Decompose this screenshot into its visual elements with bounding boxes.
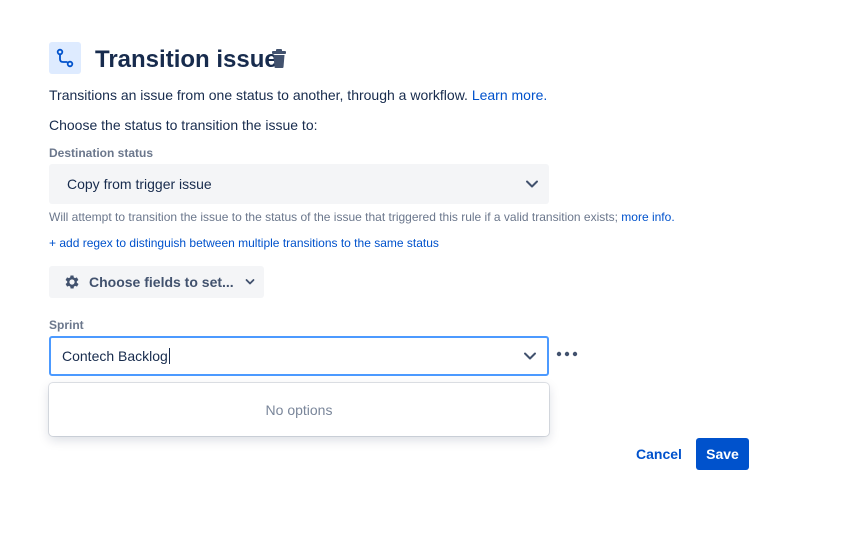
choose-fields-button[interactable]: Choose fields to set... bbox=[49, 266, 264, 298]
chevron-down-icon bbox=[245, 279, 255, 285]
destination-status-label: Destination status bbox=[49, 146, 154, 160]
sprint-label: Sprint bbox=[49, 318, 84, 332]
destination-helper-text: Will attempt to transition the issue to … bbox=[49, 210, 618, 224]
description-text: Transitions an issue from one status to … bbox=[49, 87, 468, 103]
save-button[interactable]: Save bbox=[696, 438, 749, 470]
instruction-text: Choose the status to transition the issu… bbox=[49, 117, 318, 133]
no-options-message: No options bbox=[265, 401, 333, 418]
sprint-options-menu: No options bbox=[49, 383, 549, 436]
sprint-select-input[interactable]: Contech Backlog bbox=[49, 336, 549, 376]
description: Transitions an issue from one status to … bbox=[49, 87, 547, 103]
learn-more-link[interactable]: Learn more. bbox=[472, 87, 547, 103]
choose-fields-label: Choose fields to set... bbox=[89, 274, 234, 290]
page-title: Transition issue bbox=[95, 46, 278, 73]
chevron-down-icon bbox=[526, 180, 538, 188]
trash-icon[interactable] bbox=[270, 49, 288, 69]
cancel-button[interactable]: Cancel bbox=[630, 439, 688, 469]
text-cursor bbox=[168, 348, 170, 364]
destination-status-value: Copy from trigger issue bbox=[67, 176, 212, 192]
gear-icon bbox=[65, 275, 79, 289]
destination-helper: Will attempt to transition the issue to … bbox=[49, 210, 675, 224]
more-info-link[interactable]: more info. bbox=[621, 210, 674, 224]
transition-icon bbox=[49, 42, 81, 74]
destination-status-select[interactable]: Copy from trigger issue bbox=[49, 164, 549, 204]
add-regex-link[interactable]: + add regex to distinguish between multi… bbox=[49, 236, 439, 250]
sprint-input-value: Contech Backlog bbox=[62, 348, 168, 364]
chevron-down-icon[interactable] bbox=[523, 349, 537, 363]
more-options-icon[interactable] bbox=[556, 346, 578, 357]
